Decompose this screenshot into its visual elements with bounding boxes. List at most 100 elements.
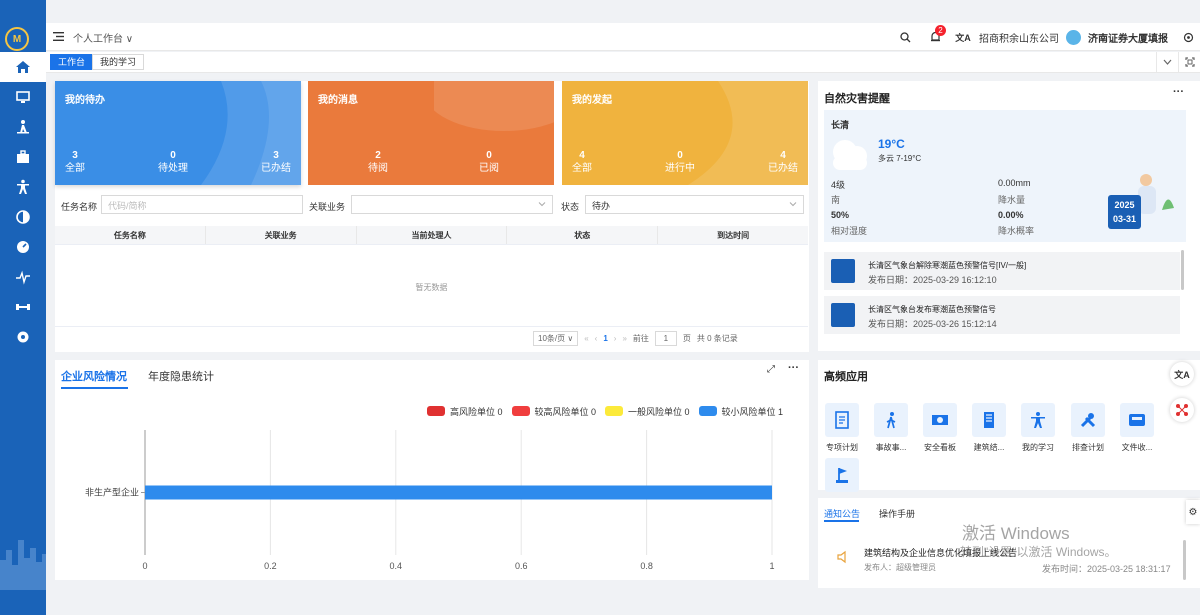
floating-share-button[interactable] xyxy=(1170,398,1194,422)
app-special-plan[interactable]: 专项计划 xyxy=(825,403,859,453)
sidebar-item-monitor[interactable] xyxy=(0,82,46,112)
next-page-icon[interactable]: › xyxy=(614,334,617,343)
stat-done[interactable]: 3 已办结 xyxy=(261,149,291,175)
status-select[interactable]: 待办 xyxy=(585,195,804,214)
page-size-select[interactable]: 10条/页 ∨ xyxy=(533,331,579,346)
stat-label: 全部 xyxy=(572,163,592,174)
last-page-icon[interactable]: » xyxy=(622,334,626,343)
logo-icon[interactable]: M xyxy=(5,27,29,51)
status-value: 待办 xyxy=(592,201,611,211)
sidebar-item-pulse[interactable] xyxy=(0,262,46,292)
workspace-switcher[interactable]: 个人工作台 ∨ xyxy=(73,30,133,45)
stat-label: 已办结 xyxy=(261,163,291,174)
stat-value: 3 xyxy=(72,150,78,161)
task-name-input[interactable]: 代码/简称 xyxy=(101,195,303,214)
goto-page-input[interactable]: 1 xyxy=(654,331,677,346)
more-icon[interactable]: ··· xyxy=(788,362,799,374)
card-my-todo[interactable]: 我的待办 3 全部 0 待处理 3 已办结 xyxy=(55,81,301,185)
project-name[interactable]: 济南证券大厦填报 xyxy=(1084,30,1172,45)
stat-done[interactable]: 4 已办结 xyxy=(768,149,798,175)
app-my-learning[interactable]: 我的学习 xyxy=(1021,403,1055,453)
notice-date: 发布日期：2025-03-26 15:12:14 xyxy=(868,319,997,329)
floating-translate-button[interactable]: 文A xyxy=(1170,362,1194,386)
page-size-value: 10条/页 xyxy=(538,334,566,343)
column-header[interactable]: 状态 xyxy=(507,226,659,244)
card-my-initiated[interactable]: 我的发起 4 全部 0 进行中 4 已办结 xyxy=(562,81,808,185)
stat-label: 待处理 xyxy=(158,163,188,174)
legend-label[interactable]: 较小风险单位 1 xyxy=(722,405,784,418)
app-flag[interactable] xyxy=(825,458,859,497)
stat-all[interactable]: 3 全部 xyxy=(65,149,85,175)
column-header[interactable]: 当前处理人 xyxy=(357,226,508,244)
card-title: 我的待办 xyxy=(65,95,105,106)
menu-toggle-icon[interactable] xyxy=(53,32,64,41)
sidebar-item-fitness[interactable] xyxy=(0,292,46,322)
gear-icon xyxy=(17,331,29,343)
stat-in-progress[interactable]: 0 进行中 xyxy=(665,149,695,175)
stat-pending[interactable]: 0 待处理 xyxy=(158,149,188,175)
stat-value: 4 xyxy=(780,150,786,161)
company-name[interactable]: 招商积余山东公司 xyxy=(975,30,1063,45)
windows-activation-title: 激活 Windows xyxy=(962,524,1070,543)
app-file-receive[interactable]: 文件收... xyxy=(1120,403,1154,453)
disaster-notice-item[interactable]: 长清区气象台解除寒潮蓝色预警信号[IV/一般] 发布日期：2025-03-29 … xyxy=(824,252,1180,290)
sidebar-item-inspect[interactable] xyxy=(0,112,46,142)
card-title: 我的消息 xyxy=(318,95,358,106)
rain-prob-label: 降水概率 xyxy=(998,226,1035,236)
fullscreen-button[interactable] xyxy=(1178,52,1200,72)
x-tick-label: 0 xyxy=(142,561,147,571)
prev-page-icon[interactable]: ‹ xyxy=(595,334,598,343)
date-year: 2025 xyxy=(1114,200,1135,210)
tabs-dropdown-button[interactable] xyxy=(1156,52,1178,72)
wind-direction: 南 xyxy=(831,195,841,205)
current-page[interactable]: 1 xyxy=(603,334,607,343)
tab-enterprise-risk[interactable]: 企业风险情况 xyxy=(61,368,127,384)
sidebar-item-gauge[interactable] xyxy=(0,232,46,262)
dumbbell-icon xyxy=(16,304,30,310)
language-button[interactable]: 文A xyxy=(951,23,975,51)
walking-person-icon xyxy=(886,412,896,429)
tab-notices[interactable]: 通知公告 xyxy=(824,507,860,520)
home-icon xyxy=(16,61,30,73)
legend-label[interactable]: 较高风险单位 0 xyxy=(535,405,597,418)
disaster-notice-item[interactable]: 长清区气象台发布寒潮蓝色预警信号 发布日期：2025-03-26 15:12:1… xyxy=(824,296,1180,334)
sidebar-item-home[interactable] xyxy=(0,52,46,82)
floating-settings-button[interactable]: ⚙ xyxy=(1186,500,1200,524)
tab-workbench[interactable]: 工作台 xyxy=(50,54,94,70)
notification-button[interactable]: 2 xyxy=(923,23,947,51)
tab-my-learning[interactable]: 我的学习 xyxy=(92,54,145,70)
windows-activation-subtitle: 转到"设置"以激活 Windows。 xyxy=(960,545,1117,559)
business-select[interactable] xyxy=(351,195,553,214)
announcement-scrollbar[interactable] xyxy=(1183,540,1186,580)
legend-label[interactable]: 一般风险单位 0 xyxy=(628,405,690,418)
flag-icon xyxy=(836,468,848,483)
sidebar-item-settings[interactable] xyxy=(0,322,46,352)
tab-annual-hazard[interactable]: 年度隐患统计 xyxy=(148,368,214,384)
settings-button[interactable] xyxy=(1176,23,1200,51)
column-header[interactable]: 任务名称 xyxy=(55,226,206,244)
app-accident[interactable]: 事故事... xyxy=(874,403,908,453)
sidebar-item-contrast[interactable] xyxy=(0,202,46,232)
stat-all[interactable]: 4 全部 xyxy=(572,149,592,175)
expand-icon[interactable]: ⤢ xyxy=(767,364,775,375)
sidebar-item-person[interactable] xyxy=(0,172,46,202)
stat-unread[interactable]: 2 待阅 xyxy=(368,149,388,175)
avatar[interactable] xyxy=(1066,29,1081,45)
stat-label: 全部 xyxy=(65,163,85,174)
column-header[interactable]: 关联业务 xyxy=(206,226,357,244)
card-my-messages[interactable]: 我的消息 2 待阅 0 已阅 xyxy=(308,81,554,185)
more-icon[interactable]: ··· xyxy=(1173,86,1184,98)
column-header[interactable]: 到达时间 xyxy=(658,226,808,244)
sidebar-item-briefcase[interactable] xyxy=(0,142,46,172)
tab-manual[interactable]: 操作手册 xyxy=(879,507,915,520)
notice-scrollbar[interactable] xyxy=(1181,250,1184,290)
first-page-icon[interactable]: « xyxy=(584,334,588,343)
legend-label[interactable]: 高风险单位 0 xyxy=(450,405,503,418)
app-safety-board[interactable]: 安全看板 xyxy=(923,403,957,453)
app-label: 安全看板 xyxy=(924,443,956,452)
app-inspection-plan[interactable]: 排查计划 xyxy=(1071,403,1105,453)
stat-value: 0 xyxy=(170,150,176,161)
stat-read[interactable]: 0 已阅 xyxy=(479,149,499,175)
app-building-structure[interactable]: 建筑结... xyxy=(972,403,1006,453)
search-button[interactable] xyxy=(893,23,917,51)
